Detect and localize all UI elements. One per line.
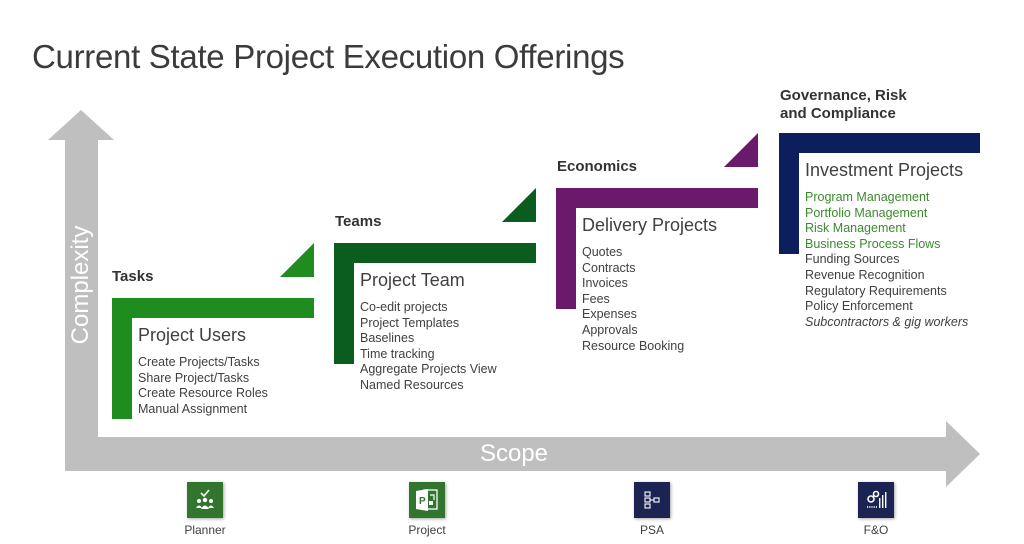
project-icon: P (416, 489, 438, 511)
list-item: Subcontractors & gig workers (805, 314, 969, 329)
delivery-projects-items: Quotes Contracts Invoices Fees Expenses … (582, 245, 684, 354)
list-item: Policy Enforcement (805, 299, 913, 314)
list-item: Portfolio Management (805, 205, 928, 220)
project-team-items: Co-edit projects Project Templates Basel… (360, 300, 497, 394)
list-item: Time tracking (360, 346, 435, 361)
project-users-items: Create Projects/Tasks Share Project/Task… (138, 355, 268, 417)
project-label: Project (408, 523, 446, 537)
fo-label: F&O (863, 523, 889, 537)
list-item: Regulatory Requirements (805, 283, 947, 298)
list-item: Share Project/Tasks (138, 370, 250, 385)
planner-icon (196, 489, 214, 509)
list-item: Named Resources (360, 377, 464, 392)
heading-line: and Compliance (780, 105, 896, 122)
list-item: Program Management (805, 190, 930, 204)
psa-app-tile (634, 482, 670, 518)
list-item: Manual Assignment (138, 401, 248, 416)
list-item: Quotes (582, 245, 623, 259)
list-item: Contracts (582, 260, 636, 275)
planner-label: Planner (184, 523, 226, 537)
list-item: Approvals (582, 322, 638, 337)
stage-heading-governance: Governance, Risk and Compliance (780, 87, 907, 123)
list-item: Baselines (360, 331, 415, 346)
list-item: Create Resource Roles (138, 386, 268, 401)
list-item: Co-edit projects (360, 300, 448, 314)
list-item: Project Templates (360, 315, 460, 330)
list-item: Invoices (582, 276, 628, 291)
complexity-axis-label: Complexity (67, 225, 94, 345)
list-item: Fees (582, 291, 610, 306)
list-item: Aggregate Projects View (360, 362, 497, 377)
card-title-project-users: Project Users (138, 325, 247, 345)
list-item: Business Process Flows (805, 236, 941, 251)
scope-axis-label: Scope (479, 440, 549, 467)
card-title-project-team: Project Team (360, 270, 465, 290)
list-item: Resource Booking (582, 338, 685, 353)
card-title-delivery-projects: Delivery Projects (582, 215, 718, 235)
card-title-investment-projects: Investment Projects (805, 160, 964, 180)
project-app-tile: P (409, 482, 445, 518)
list-item: Expenses (582, 307, 637, 322)
list-item: Create Projects/Tasks (138, 355, 260, 369)
list-item: Funding Sources (805, 252, 900, 267)
economics-step-triangle (724, 133, 758, 167)
stage-heading-economics: Economics (557, 158, 638, 175)
stage-heading-tasks: Tasks (112, 268, 154, 285)
stage-heading-teams: Teams (335, 213, 382, 230)
investment-projects-items: Program Management Portfolio Management … (805, 190, 968, 330)
fo-app-tile (858, 482, 894, 518)
psa-icon (644, 491, 660, 509)
psa-label: PSA (639, 523, 664, 537)
list-item: Risk Management (805, 221, 906, 236)
planner-app-tile (187, 482, 223, 518)
list-item: Revenue Recognition (805, 267, 925, 282)
tasks-step-triangle (280, 243, 314, 277)
heading-line: Governance, Risk (780, 87, 907, 104)
finance-operations-icon (867, 490, 887, 508)
svg-text:P: P (419, 496, 426, 507)
teams-step-triangle (502, 188, 536, 222)
